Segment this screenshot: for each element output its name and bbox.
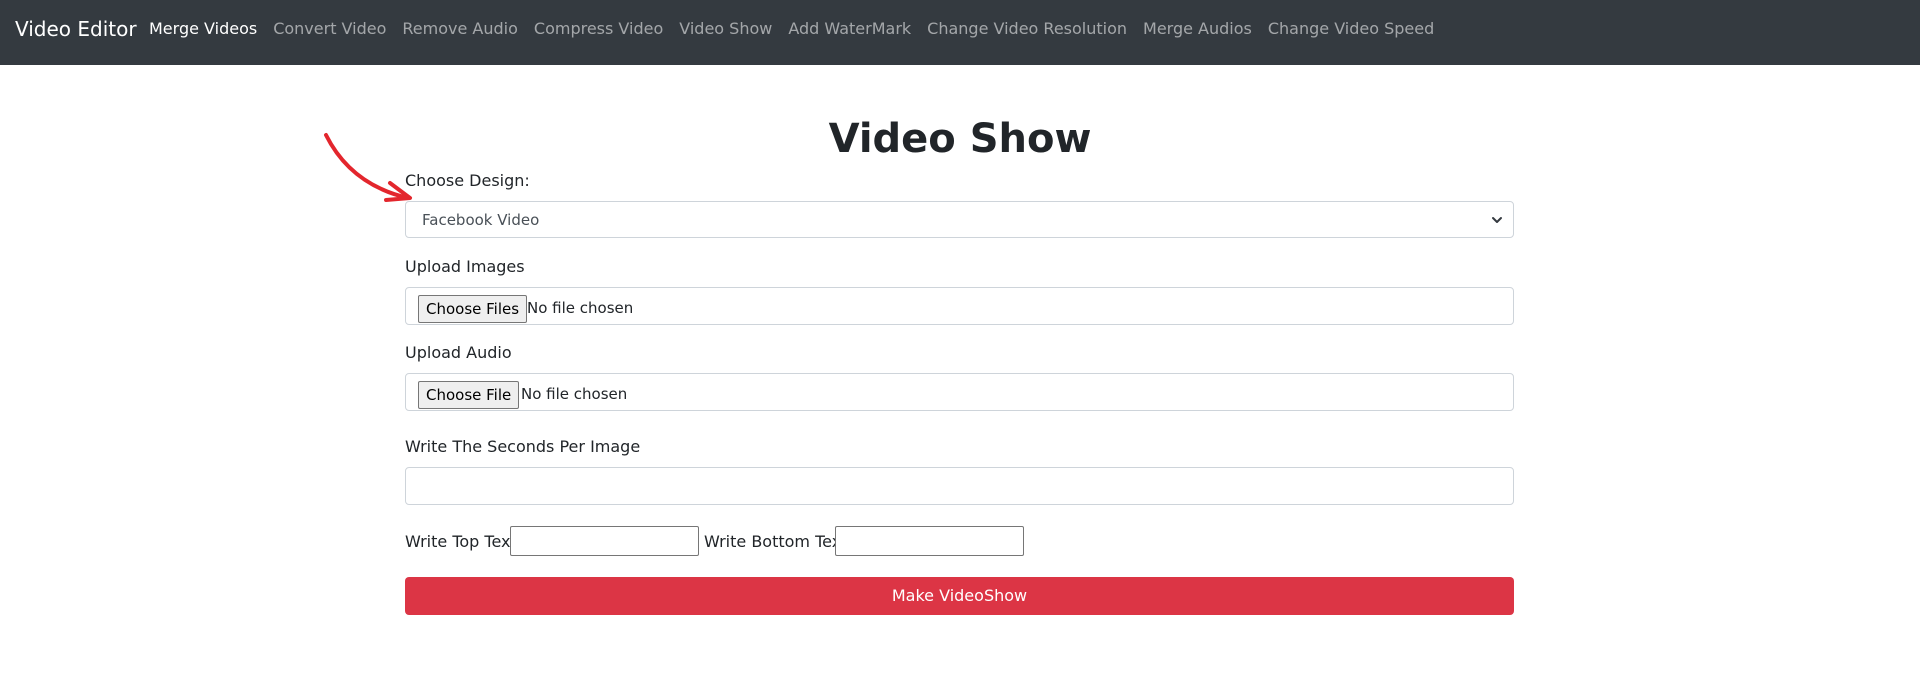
top-text-label: Write Top Text <box>405 532 517 551</box>
top-navbar: Video Editor Merge Videos Convert Video … <box>0 0 1920 65</box>
images-file-input[interactable]: Choose Files No file chosen <box>405 287 1514 325</box>
seconds-input[interactable] <box>405 467 1514 505</box>
red-arrow-icon <box>324 133 412 202</box>
nav-link-merge-videos[interactable]: Merge Videos <box>149 19 257 39</box>
audio-file-input[interactable]: Choose File No file chosen <box>405 373 1514 411</box>
design-select-value: Facebook Video <box>422 211 540 229</box>
nav-link-remove-audio[interactable]: Remove Audio <box>402 19 518 39</box>
nav-link-compress-video[interactable]: Compress Video <box>534 19 663 39</box>
nav-link-merge-audios[interactable]: Merge Audios <box>1143 19 1252 39</box>
nav-link-change-video-speed[interactable]: Change Video Speed <box>1268 19 1434 39</box>
bottom-text-input[interactable] <box>835 526 1024 556</box>
nav-link-add-watermark[interactable]: Add WaterMark <box>788 19 911 39</box>
nav-link-video-show[interactable]: Video Show <box>679 19 772 39</box>
top-text-input[interactable] <box>510 526 699 556</box>
seconds-label: Write The Seconds Per Image <box>405 437 641 456</box>
images-label: Upload Images <box>405 257 525 276</box>
audio-file-status: No file chosen <box>521 385 628 403</box>
bottom-text-label: Write Bottom Text <box>704 532 848 551</box>
nav-link-change-video-resolution[interactable]: Change Video Resolution <box>927 19 1127 39</box>
design-label: Choose Design: <box>405 171 530 190</box>
choose-file-button[interactable]: Choose File <box>418 381 520 409</box>
nav-links: Merge Videos Convert Video Remove Audio … <box>149 19 1450 39</box>
nav-link-convert-video[interactable]: Convert Video <box>273 19 386 39</box>
page-title: Video Show <box>828 116 1092 162</box>
audio-label: Upload Audio <box>405 343 512 362</box>
chevron-down-icon <box>1492 217 1502 223</box>
navbar-brand[interactable]: Video Editor <box>15 17 137 41</box>
images-file-status: No file chosen <box>527 299 634 317</box>
make-videoshow-button[interactable]: Make VideoShow <box>405 577 1514 615</box>
design-select[interactable]: Facebook Video <box>405 201 1514 238</box>
choose-files-button[interactable]: Choose Files <box>418 295 528 323</box>
